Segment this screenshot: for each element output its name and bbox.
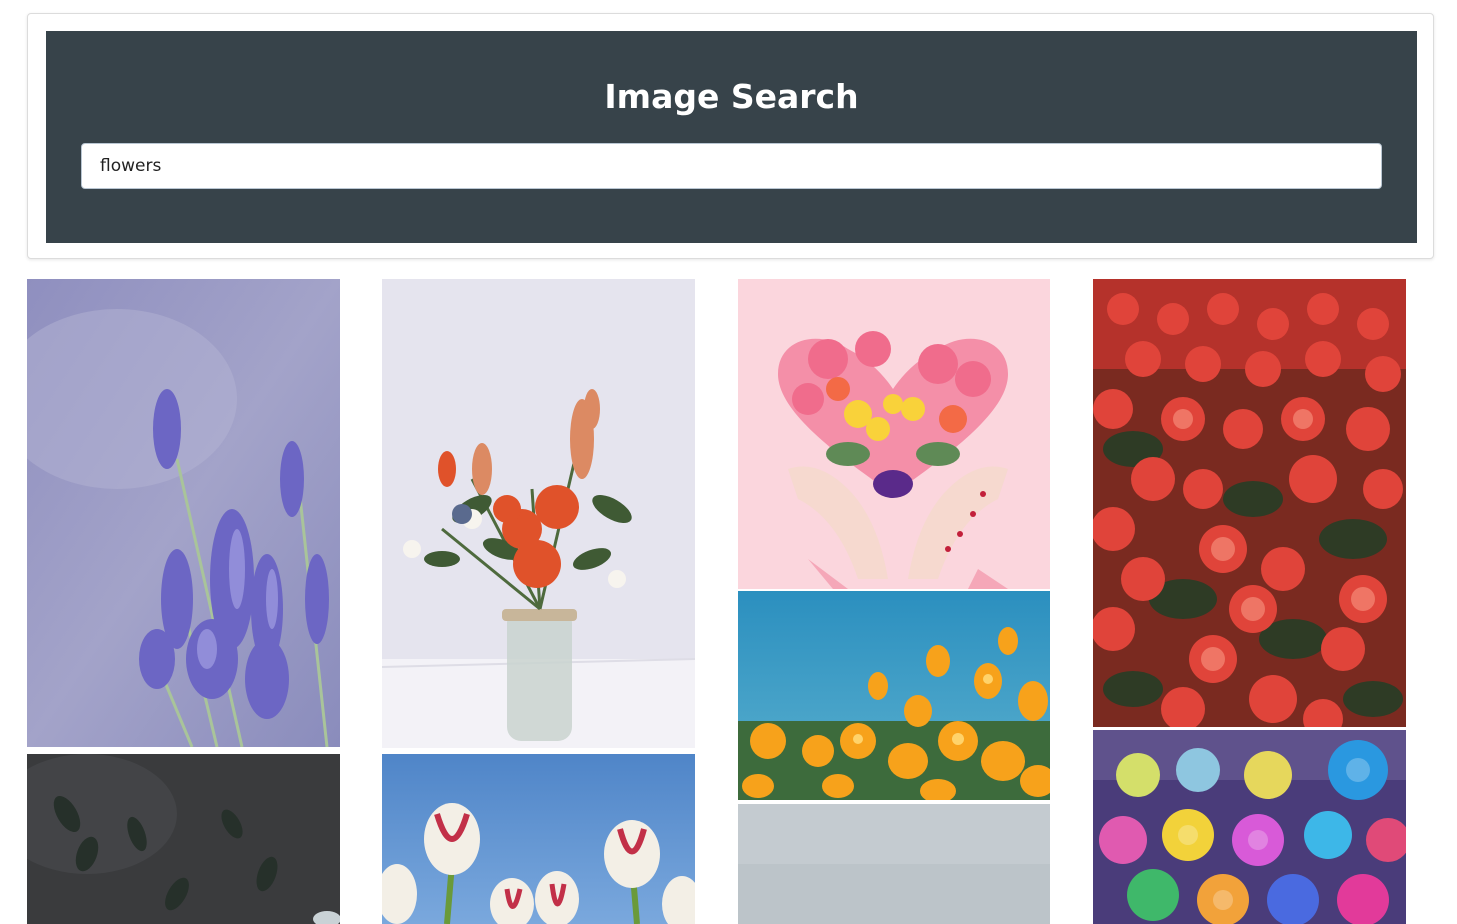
bouquet-in-jar-photo xyxy=(382,279,695,748)
image-result-bouquet[interactable] xyxy=(382,279,695,748)
search-header-card: Image Search xyxy=(27,13,1434,259)
image-result-heart[interactable] xyxy=(738,279,1050,589)
image-result-tulips[interactable] xyxy=(382,754,695,924)
image-result-eucalyptus[interactable] xyxy=(27,754,340,924)
lavender-photo xyxy=(27,279,340,747)
image-result-grey-sky[interactable] xyxy=(738,804,1050,924)
image-result-lavender[interactable] xyxy=(27,279,340,747)
search-banner: Image Search xyxy=(46,31,1417,243)
dark-eucalyptus-photo xyxy=(27,754,340,924)
image-result-rainbow-roses[interactable] xyxy=(1093,730,1406,924)
yellow-poppies-photo xyxy=(738,591,1050,800)
image-result-poppies[interactable] xyxy=(738,591,1050,800)
search-input[interactable] xyxy=(81,143,1382,189)
grey-sky-photo xyxy=(738,804,1050,924)
image-result-begonias[interactable] xyxy=(1093,279,1406,727)
heart-flowers-hands-photo xyxy=(738,279,1050,589)
page-title: Image Search xyxy=(604,77,859,116)
red-begonias-photo xyxy=(1093,279,1406,727)
rainbow-roses-photo xyxy=(1093,730,1406,924)
tulips-sky-photo xyxy=(382,754,695,924)
